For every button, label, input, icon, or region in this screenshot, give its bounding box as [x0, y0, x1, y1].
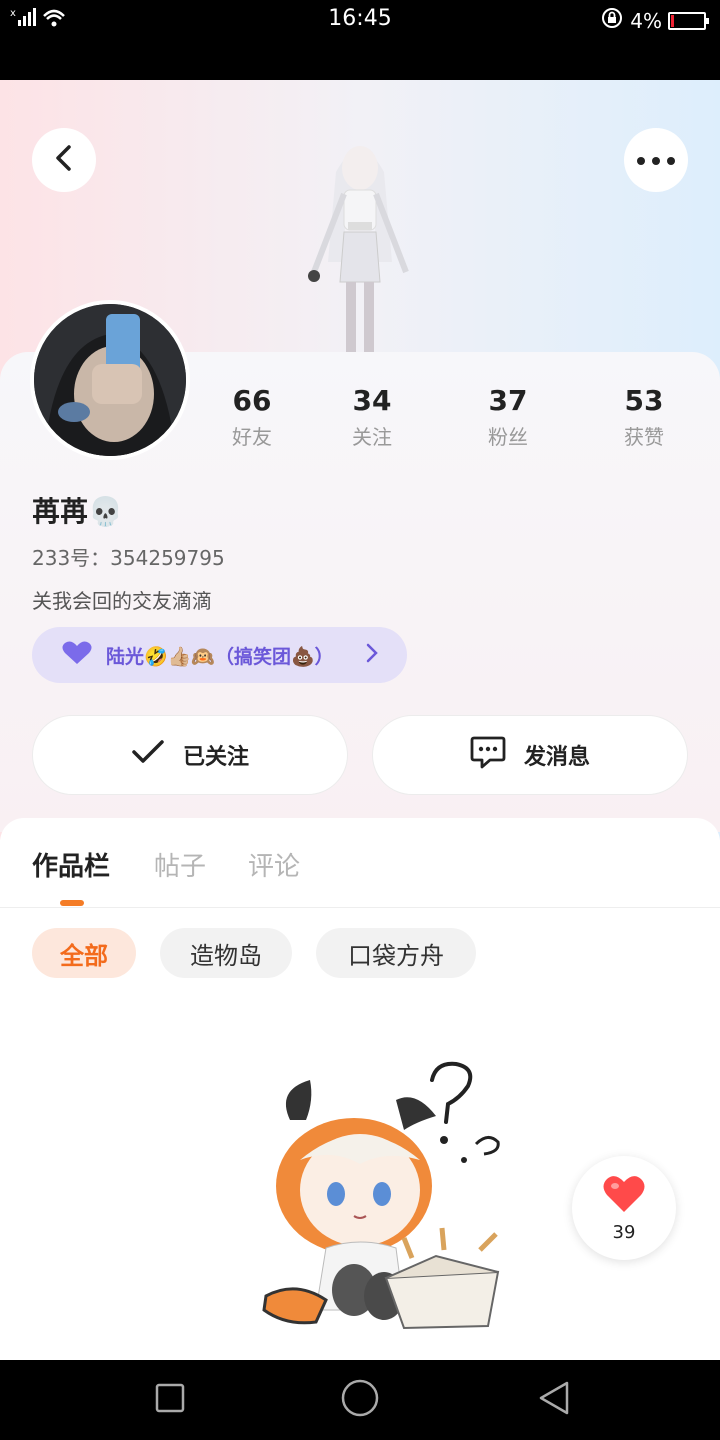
recent-apps-button[interactable] — [148, 1378, 192, 1422]
back-button[interactable] — [32, 128, 96, 192]
check-icon — [131, 739, 165, 771]
fans-stat[interactable]: 37 粉丝 — [458, 384, 558, 450]
filter-creation-island[interactable]: 造物岛 — [160, 928, 292, 978]
following-count: 34 — [352, 384, 392, 417]
tab-works[interactable]: 作品栏 — [32, 846, 110, 883]
send-message-label: 发消息 — [523, 745, 590, 770]
group-badge[interactable]: 陆光🤣👍🏼🙉（搞笑团💩） — [32, 627, 407, 683]
square-icon — [155, 1383, 185, 1417]
tab-posts[interactable]: 帖子 — [154, 846, 206, 883]
circle-icon — [340, 1378, 380, 1422]
system-navigation-bar — [0, 1360, 720, 1440]
chevron-right-icon — [365, 641, 379, 669]
user-avatar[interactable] — [30, 300, 190, 460]
empty-state-illustration — [236, 1060, 516, 1335]
likes-count: 53 — [624, 384, 664, 417]
divider — [0, 907, 720, 908]
filter-all[interactable]: 全部 — [32, 928, 136, 978]
friends-count: 66 — [232, 384, 272, 417]
send-message-button[interactable]: 发消息 — [372, 715, 688, 795]
heart-icon — [601, 1174, 647, 1218]
more-button[interactable] — [624, 128, 688, 192]
triangle-back-icon — [537, 1380, 571, 1420]
heart-icon — [60, 640, 94, 670]
active-tab-indicator — [60, 900, 84, 906]
group-label: 陆光🤣👍🏼🙉（搞笑团💩） — [106, 645, 334, 668]
character-3d-avatar[interactable] — [296, 132, 424, 352]
user-id: 233号：354259795 — [32, 546, 225, 570]
fans-count: 37 — [488, 384, 528, 417]
followed-button[interactable]: 已关注 — [32, 715, 348, 795]
fans-label: 粉丝 — [488, 425, 528, 449]
likes-stat[interactable]: 53 获赞 — [594, 384, 694, 450]
bio: 关我会回的交友滴滴 — [32, 589, 212, 613]
back-nav-button[interactable] — [532, 1378, 576, 1422]
rotation-lock-icon — [600, 6, 624, 35]
chevron-left-icon — [52, 144, 76, 176]
status-bar: x 16:45 4% — [0, 0, 720, 80]
battery-percent: 4% — [630, 8, 662, 33]
like-button[interactable]: 39 — [572, 1156, 676, 1260]
filter-pocket-ark[interactable]: 口袋方舟 — [316, 928, 476, 978]
nickname: 苒苒💀 — [32, 495, 123, 528]
likes-label: 获赞 — [624, 425, 664, 449]
following-label: 关注 — [352, 425, 392, 449]
friends-stat[interactable]: 66 好友 — [202, 384, 302, 450]
battery-icon — [668, 11, 709, 30]
home-button[interactable] — [338, 1378, 382, 1422]
more-dots-icon — [636, 151, 676, 170]
following-stat[interactable]: 34 关注 — [322, 384, 422, 450]
chat-bubble-icon — [470, 735, 506, 775]
followed-label: 已关注 — [182, 745, 249, 770]
like-count: 39 — [612, 1221, 636, 1243]
friends-label: 好友 — [232, 425, 272, 449]
tab-comments[interactable]: 评论 — [248, 846, 300, 883]
